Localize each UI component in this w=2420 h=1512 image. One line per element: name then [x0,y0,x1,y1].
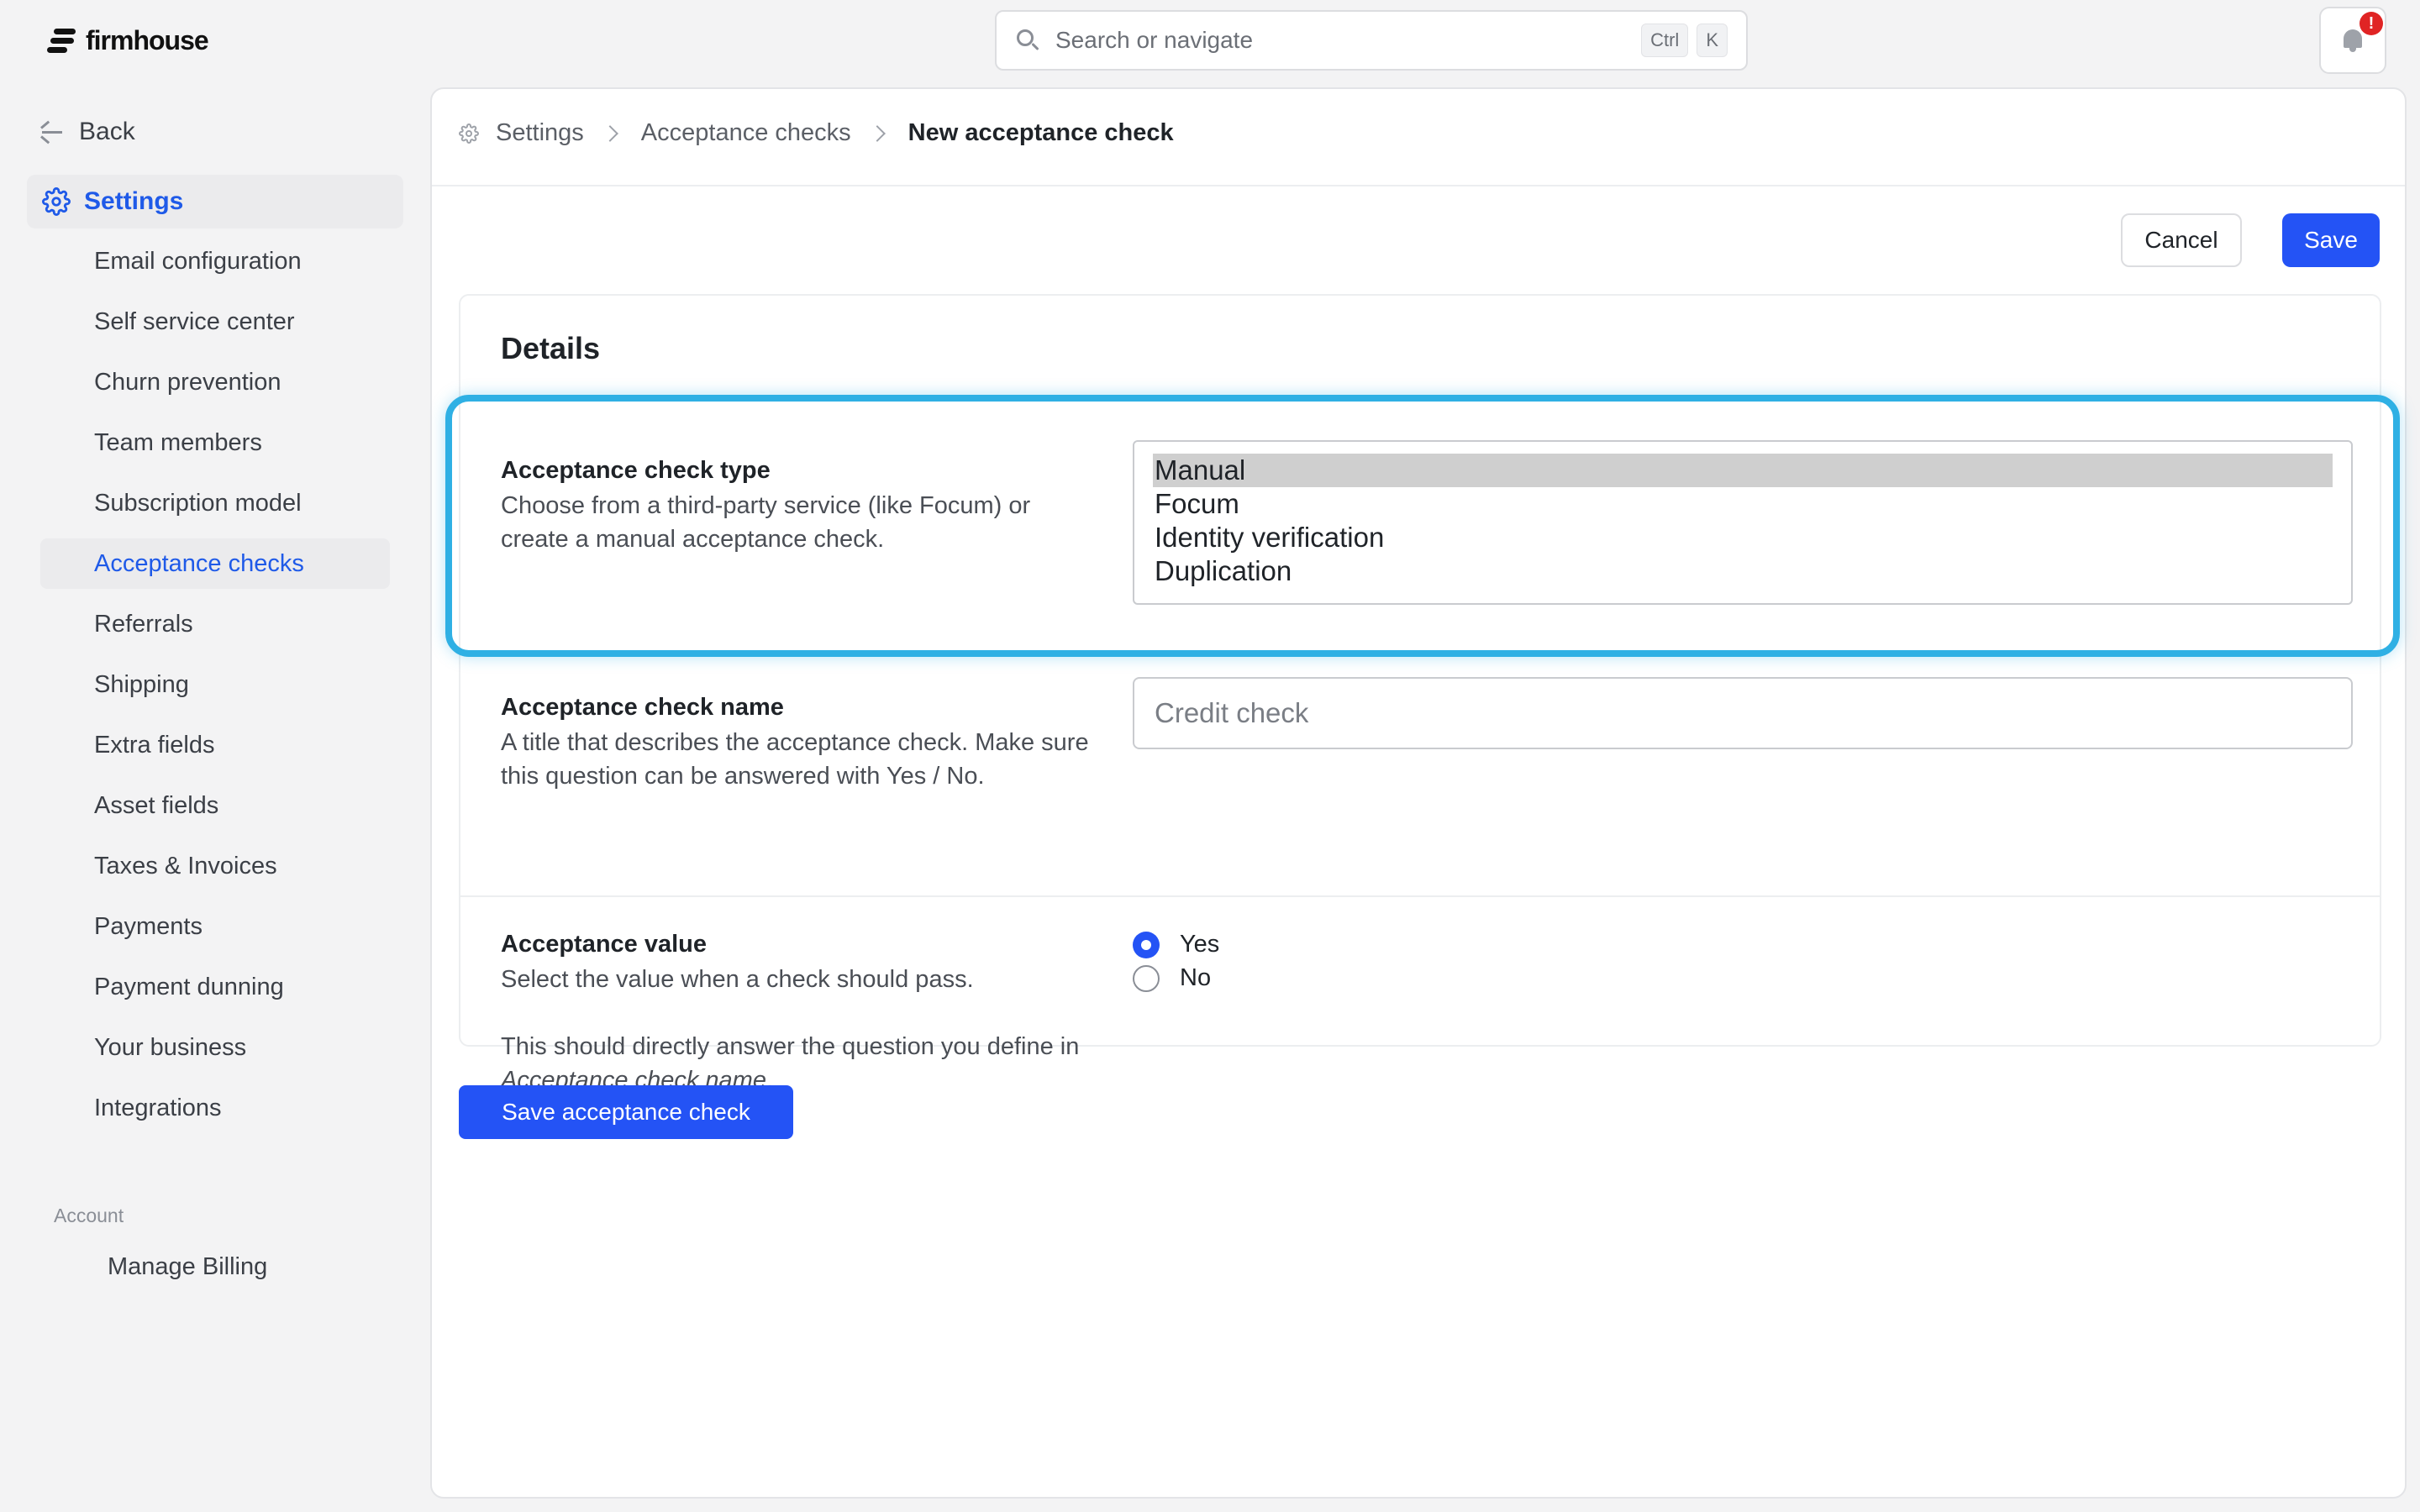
back-label: Back [79,118,135,145]
chevron-right-icon [601,124,618,142]
type-option-focum[interactable]: Focum [1153,487,2333,521]
type-description: Choose from a third-party service (like … [501,492,1031,553]
search-placeholder: Search or navigate [1055,27,1254,53]
radio-no[interactable]: No [1133,964,1211,992]
search-input[interactable]: Search or navigate Ctrl K [995,10,1748,71]
shortcut-ctrl: Ctrl [1641,24,1689,57]
radio-no-indicator[interactable] [1133,964,1160,992]
type-option-manual[interactable]: Manual [1153,454,2333,487]
sidebar-item-manage-billing[interactable]: Manage Billing [108,1253,267,1281]
account-section-label: Account [54,1205,124,1226]
name-description: A title that describes the acceptance ch… [501,729,1089,790]
name-label: Acceptance check name [501,694,784,721]
header-divider [432,185,2405,186]
sidebar-item-extra-fields[interactable]: Extra fields [40,715,390,775]
sidebar-item-subscription-model[interactable]: Subscription model [40,473,390,533]
sidebar-item-email-configuration[interactable]: Email configuration [40,231,390,291]
sidebar-item-taxes-invoices[interactable]: Taxes & Invoices [40,836,390,896]
sidebar-item-team-members[interactable]: Team members [40,412,390,473]
search-icon [1015,28,1040,53]
sidebar-item-integrations[interactable]: Integrations [40,1078,390,1138]
value-description: Select the value when a check should pas… [501,966,974,993]
radio-yes[interactable]: Yes [1133,931,1219,958]
shortcut-k: K [1697,24,1728,57]
main-panel: Settings Acceptance checks New acceptanc… [430,87,2407,1499]
type-option-identity-verification[interactable]: Identity verification [1153,521,2333,554]
sidebar-settings-label: Settings [84,187,184,215]
radio-yes-indicator[interactable] [1133,931,1160,958]
back-link[interactable]: Back [40,118,135,146]
settings-nav: Email configuration Self service center … [40,231,390,1138]
acceptance-check-type-select[interactable]: Manual Focum Identity verification Dupli… [1133,440,2353,605]
gear-icon [42,187,71,216]
breadcrumb-acceptance-checks[interactable]: Acceptance checks [641,119,851,147]
breadcrumb-current: New acceptance check [908,119,1174,146]
sidebar-item-your-business[interactable]: Your business [40,1017,390,1078]
value-note-prefix: This should directly answer the question… [501,1033,1080,1060]
radio-no-label: No [1180,964,1212,991]
arrow-left-icon [40,120,64,144]
value-label: Acceptance value [501,931,708,958]
sidebar-item-asset-fields[interactable]: Asset fields [40,775,390,836]
sidebar-settings-header[interactable]: Settings [27,175,403,228]
details-card: Details Acceptance check type Choose fro… [445,294,2400,1094]
radio-yes-label: Yes [1180,931,1220,958]
sidebar-item-shipping[interactable]: Shipping [40,654,390,715]
name-placeholder: Credit check [1155,697,1309,728]
logo-mark-icon [47,27,77,55]
cancel-button[interactable]: Cancel [2121,213,2242,267]
chevron-right-icon [868,124,886,142]
breadcrumb: Settings Acceptance checks New acceptanc… [459,119,1174,147]
firmhouse-logo[interactable]: firmhouse [47,25,209,56]
gear-icon [459,123,479,144]
notification-badge: ! [2360,12,2383,35]
row-divider [460,895,2380,897]
sidebar-item-referrals[interactable]: Referrals [40,594,390,654]
type-option-duplication[interactable]: Duplication [1153,554,2333,588]
details-title: Details [501,331,601,365]
sidebar-item-churn-prevention[interactable]: Churn prevention [40,352,390,412]
save-button[interactable]: Save [2282,213,2380,267]
sidebar-item-acceptance-checks[interactable]: Acceptance checks [40,538,390,589]
type-label: Acceptance check type [501,457,771,484]
sidebar-item-self-service-center[interactable]: Self service center [40,291,390,352]
sidebar-item-payments[interactable]: Payments [40,896,390,957]
breadcrumb-settings[interactable]: Settings [496,119,584,147]
bell-icon [2341,28,2365,53]
notifications-button[interactable]: ! [2319,7,2386,74]
sidebar-item-payment-dunning[interactable]: Payment dunning [40,957,390,1017]
save-acceptance-check-button[interactable]: Save acceptance check [459,1085,793,1139]
logo-text: firmhouse [86,25,209,55]
acceptance-check-name-input[interactable]: Credit check [1133,677,2353,749]
